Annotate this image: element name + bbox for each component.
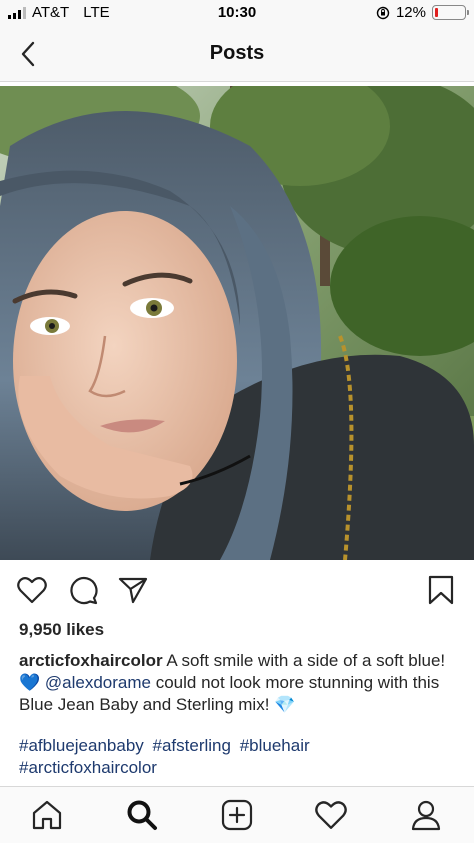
post-caption: arcticfoxhaircolor A soft smile with a s… <box>19 650 459 716</box>
tab-home[interactable] <box>29 797 65 833</box>
tab-bar <box>0 786 474 843</box>
status-right: 12% <box>376 4 469 21</box>
search-icon <box>127 800 157 830</box>
battery-icon <box>432 5 469 20</box>
tab-activity[interactable] <box>313 797 349 833</box>
chevron-left-icon <box>21 41 35 67</box>
hashtag-link[interactable]: #bluehair <box>240 736 310 755</box>
save-button[interactable] <box>425 574 457 606</box>
heart-icon <box>17 577 47 604</box>
like-button[interactable] <box>16 574 48 606</box>
send-icon <box>118 577 148 604</box>
post-actions <box>0 566 474 614</box>
battery-level <box>435 8 438 17</box>
comment-icon <box>70 577 98 605</box>
tab-new-post[interactable] <box>219 797 255 833</box>
likes-count[interactable]: 9,950 likes <box>19 620 104 640</box>
battery-percent: 12% <box>395 4 426 21</box>
gem-emoji: 💎 <box>274 695 296 714</box>
back-button[interactable] <box>10 36 46 72</box>
caption-hashtags: #afbluejeanbaby #afsterling #bluehair #a… <box>19 735 459 779</box>
add-post-icon <box>221 799 253 831</box>
caption-text-1: A soft smile with a side of a soft blue! <box>166 651 446 670</box>
heart-icon <box>315 801 347 829</box>
caption-username[interactable]: arcticfoxhaircolor <box>19 651 163 670</box>
tab-search[interactable] <box>124 797 160 833</box>
tab-profile[interactable] <box>408 797 444 833</box>
hashtag-link[interactable]: #afbluejeanbaby <box>19 736 144 755</box>
share-button[interactable] <box>117 574 149 606</box>
blue-heart-emoji: 💙 <box>19 673 41 692</box>
hashtag-link[interactable]: #afsterling <box>153 736 231 755</box>
page-title: Posts <box>209 42 265 64</box>
home-icon <box>32 800 62 830</box>
profile-icon <box>411 800 441 831</box>
status-bar: AT&T LTE 10:30 12% <box>0 0 474 26</box>
caption-mention[interactable]: @alexdorame <box>45 673 151 692</box>
bookmark-icon <box>428 575 454 605</box>
comment-button[interactable] <box>67 574 99 606</box>
nav-bar: Posts <box>0 26 474 82</box>
post-photo[interactable] <box>0 86 474 560</box>
post-photo-image <box>0 86 474 560</box>
orientation-lock-icon <box>376 6 390 19</box>
hashtag-link[interactable]: #arcticfoxhaircolor <box>19 758 157 777</box>
